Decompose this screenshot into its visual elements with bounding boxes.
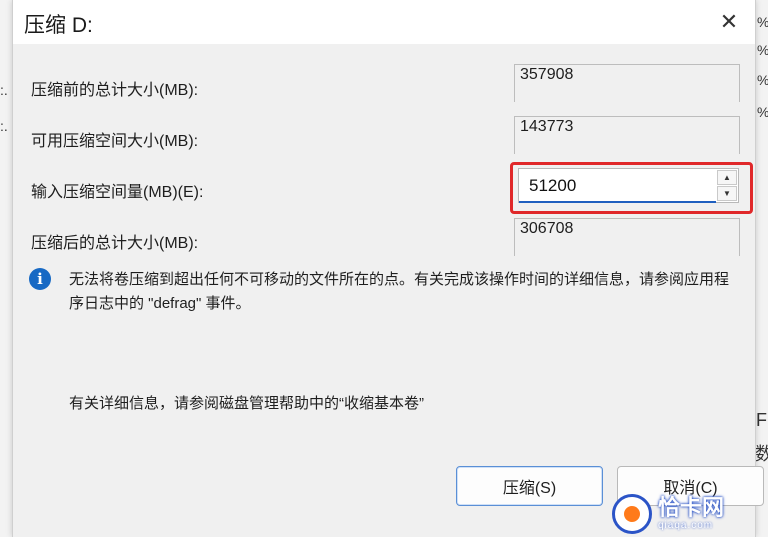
total-size-before-value: 357908 <box>520 66 574 83</box>
total-size-before-label: 压缩前的总计大小(MB): <box>31 82 199 99</box>
info-message: 无法将卷压缩到超出任何不可移动的文件所在的点。有关完成该操作时间的详细信息，请参… <box>69 271 730 312</box>
watermark-title: 恰卡网 <box>658 495 725 520</box>
total-size-after-value: 306708 <box>520 220 574 237</box>
background-fragment: 数 <box>755 444 768 464</box>
background-fragment: % <box>757 14 768 30</box>
background-fragment: % <box>757 104 768 120</box>
total-size-before-field: 357908 <box>514 64 740 102</box>
background-window-left <box>0 0 12 537</box>
available-shrink-space-label: 可用压缩空间大小(MB): <box>31 133 199 150</box>
watermark: 恰卡网 qiaqa.com <box>612 490 768 537</box>
red-highlight-box <box>510 162 753 214</box>
help-message: 有关详细信息，请参阅磁盘管理帮助中的“收缩基本卷” <box>69 395 424 412</box>
available-shrink-space-value: 143773 <box>520 118 574 135</box>
total-size-after-field: 306708 <box>514 218 740 256</box>
background-fragment: F <box>756 410 767 430</box>
watermark-logo-icon <box>612 493 652 534</box>
background-fragment: % <box>757 72 768 88</box>
total-size-after-label: 压缩后的总计大小(MB): <box>31 235 199 252</box>
shrink-volume-dialog: 压缩 D: ✕ 压缩前的总计大小(MB): 357908 可用压缩空间大小(MB… <box>12 0 764 537</box>
info-icon: i <box>29 268 51 290</box>
watermark-url: qiaqa.com <box>658 520 714 531</box>
background-fragment: :. <box>0 82 8 98</box>
dialog-titlebar: 压缩 D: ✕ <box>13 0 755 44</box>
watermark-text: 恰卡网 qiaqa.com <box>658 495 725 532</box>
dialog-title: 压缩 D: <box>24 14 93 37</box>
shrink-amount-label: 输入压缩空间量(MB)(E): <box>31 184 204 201</box>
available-shrink-space-field: 143773 <box>514 116 740 154</box>
close-icon[interactable]: ✕ <box>711 6 747 38</box>
shrink-button[interactable]: 压缩(S) <box>456 466 603 506</box>
background-fragment: % <box>757 42 768 58</box>
background-fragment: :. <box>0 118 8 134</box>
